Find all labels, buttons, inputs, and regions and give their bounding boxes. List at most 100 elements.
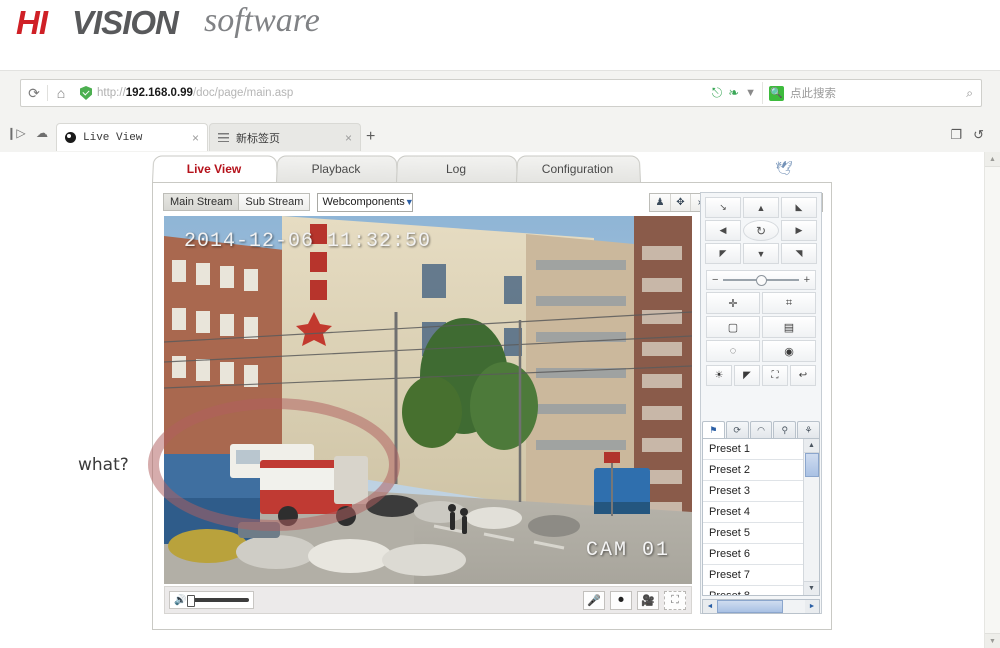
scroll-down-icon[interactable]: ▼ <box>804 581 819 595</box>
share-icon[interactable]: ⎋ <box>712 85 722 101</box>
scroll-thumb[interactable] <box>805 453 819 477</box>
auxiliary-focus-button[interactable]: ⛶ <box>762 365 788 386</box>
person-tab[interactable]: ⚘ <box>797 421 820 438</box>
ptz-up-right-button[interactable]: ◣ <box>781 197 817 218</box>
speed-knob[interactable] <box>756 275 768 286</box>
restore-window-icon[interactable]: ❐ <box>950 127 962 143</box>
volume-track[interactable] <box>187 595 249 607</box>
lens-initialize-button[interactable]: ↩ <box>790 365 816 386</box>
bird-icon: 🕊 <box>775 160 793 176</box>
video-stream[interactable]: 2014-12-06 11:32:50 CAM 01 <box>164 216 692 584</box>
iris-close-button[interactable]: ◉ <box>762 340 816 362</box>
scroll-track[interactable] <box>717 600 805 613</box>
speaker-icon[interactable]: 🔊 <box>174 595 186 606</box>
preset-tab[interactable]: ⚑ <box>702 421 725 438</box>
url-text[interactable]: http://192.168.0.99/doc/page/main.asp <box>97 87 709 99</box>
scroll-left-icon[interactable]: ◄ <box>703 600 717 613</box>
tab-log[interactable]: Log <box>396 155 518 183</box>
browser-tab-label: 新标签页 <box>236 133 280 146</box>
ptz-down-right-button[interactable]: ◥ <box>781 243 817 264</box>
preset-vertical-scrollbar[interactable]: ▲ ▼ <box>803 439 819 595</box>
volume-slider[interactable]: 🔊 <box>169 591 254 609</box>
list-item[interactable]: Preset 6 <box>703 544 806 565</box>
ptz-up-button[interactable]: ▲ <box>743 197 779 218</box>
cloud-icon[interactable]: ☁ <box>32 124 52 142</box>
scroll-down-icon[interactable]: ▼ <box>985 633 1000 648</box>
audio-button[interactable]: 🎤 <box>583 590 605 610</box>
ptz-person-icon[interactable]: ♟ <box>650 194 670 211</box>
scroll-thumb[interactable] <box>717 600 783 613</box>
ptz-down-left-button[interactable]: ◤ <box>705 243 741 264</box>
speed-plus-icon[interactable]: + <box>804 274 810 286</box>
wiper-button[interactable]: ◤ <box>734 365 760 386</box>
ptz-left-button[interactable]: ◀ <box>705 220 741 241</box>
address-bar[interactable]: ⟳ ⌂ http://192.168.0.99/doc/page/main.as… <box>20 79 982 107</box>
tab-label: Configuration <box>541 161 614 176</box>
chevron-down-icon: ▼ <box>404 197 414 207</box>
ptz-down-button[interactable]: ▼ <box>743 243 779 264</box>
chevron-down-icon[interactable]: ▼ <box>745 87 756 99</box>
url-scheme: http:// <box>97 87 126 99</box>
list-item[interactable]: Preset 8 <box>703 586 806 595</box>
home-icon[interactable]: ⌂ <box>48 81 74 105</box>
focus-near-button[interactable]: ▢ <box>706 316 760 338</box>
preset-list-box[interactable]: Preset 1 Preset 2 Preset 3 Preset 4 Pres… <box>702 438 820 596</box>
patrol-tab[interactable]: ⟳ <box>725 421 749 438</box>
scroll-up-icon[interactable]: ▲ <box>804 439 819 453</box>
browser-tab-new-tab[interactable]: 新标签页 × <box>209 123 361 151</box>
list-item[interactable]: Preset 4 <box>703 502 806 523</box>
scroll-right-icon[interactable]: ► <box>805 600 819 613</box>
list-item[interactable]: Preset 1 <box>703 439 806 460</box>
close-icon[interactable]: × <box>335 131 352 145</box>
video-action-buttons: 🎤 ⏺ 🎥 ⛶ <box>583 590 691 610</box>
stream-toolbar: Main Stream Sub Stream Webcomponents ▼ <box>163 192 689 212</box>
plugin-select[interactable]: Webcomponents ▼ <box>317 192 414 212</box>
sidebar-toggle-icon[interactable]: ❙▷ <box>6 124 26 142</box>
record-button[interactable]: 🎥 <box>637 590 659 610</box>
video-frame <box>164 216 692 584</box>
video-camera-label: CAM 01 <box>585 539 670 562</box>
magnifier-icon[interactable]: ⌕ <box>966 86 977 101</box>
light-button[interactable]: ☀ <box>706 365 732 386</box>
shield-icon <box>80 86 92 100</box>
ptz-speed-slider[interactable]: − + <box>706 270 816 290</box>
pattern-tab[interactable]: ◠ <box>749 421 773 438</box>
iris-open-button[interactable]: ◌ <box>706 340 760 362</box>
light-tab[interactable]: ⚲ <box>773 421 797 438</box>
new-tab-button[interactable]: + <box>366 128 375 146</box>
close-icon[interactable]: × <box>182 131 199 145</box>
page-scrollbar[interactable]: ▲ ▼ <box>984 152 1000 648</box>
camera-dot-icon <box>65 132 76 143</box>
volume-knob[interactable] <box>187 595 196 607</box>
reload-icon[interactable]: ⟳ <box>21 81 47 105</box>
list-item[interactable]: Preset 3 <box>703 481 806 502</box>
browser-tab-live-view[interactable]: Live View × <box>56 123 208 151</box>
tab-configuration[interactable]: Configuration <box>516 155 641 183</box>
move-arrows-icon[interactable]: ✥ <box>670 193 690 211</box>
ptz-up-left-button[interactable]: ↘ <box>705 197 741 218</box>
snapshot-button[interactable]: ⏺ <box>610 590 632 610</box>
list-item[interactable]: Preset 5 <box>703 523 806 544</box>
tab-live-view[interactable]: Live View <box>152 155 278 183</box>
list-item[interactable]: Preset 7 <box>703 565 806 586</box>
preset-horizontal-scrollbar[interactable]: ◄ ► <box>702 599 820 614</box>
sub-stream-button[interactable]: Sub Stream <box>239 193 311 211</box>
digital-zoom-button[interactable]: ⛶ <box>664 590 686 610</box>
tab-playback[interactable]: Playback <box>276 155 398 183</box>
tab-label: Playback <box>311 161 361 176</box>
speed-track[interactable] <box>723 275 799 286</box>
zoom-in-button[interactable]: ✛ <box>706 292 760 314</box>
list-item[interactable]: Preset 2 <box>703 460 806 481</box>
scroll-up-icon[interactable]: ▲ <box>985 152 1000 167</box>
video-bottom-bar: 🔊 🎤 ⏺ 🎥 ⛶ <box>164 586 692 614</box>
leaf-icon[interactable]: ❧ <box>728 85 739 101</box>
focus-far-button[interactable]: ▤ <box>762 316 816 338</box>
zoom-out-button[interactable]: ⌗ <box>762 292 816 314</box>
undo-icon[interactable]: ↺ <box>973 127 984 143</box>
ptz-right-button[interactable]: ▶ <box>781 220 817 241</box>
ptz-auto-scan-button[interactable]: ↻ <box>743 220 779 241</box>
search-box[interactable]: 🔍 点此搜索 ⌕ <box>762 82 977 104</box>
main-stream-button[interactable]: Main Stream <box>163 193 240 211</box>
search-input[interactable]: 点此搜索 <box>784 85 966 101</box>
speed-minus-icon[interactable]: − <box>712 274 718 286</box>
